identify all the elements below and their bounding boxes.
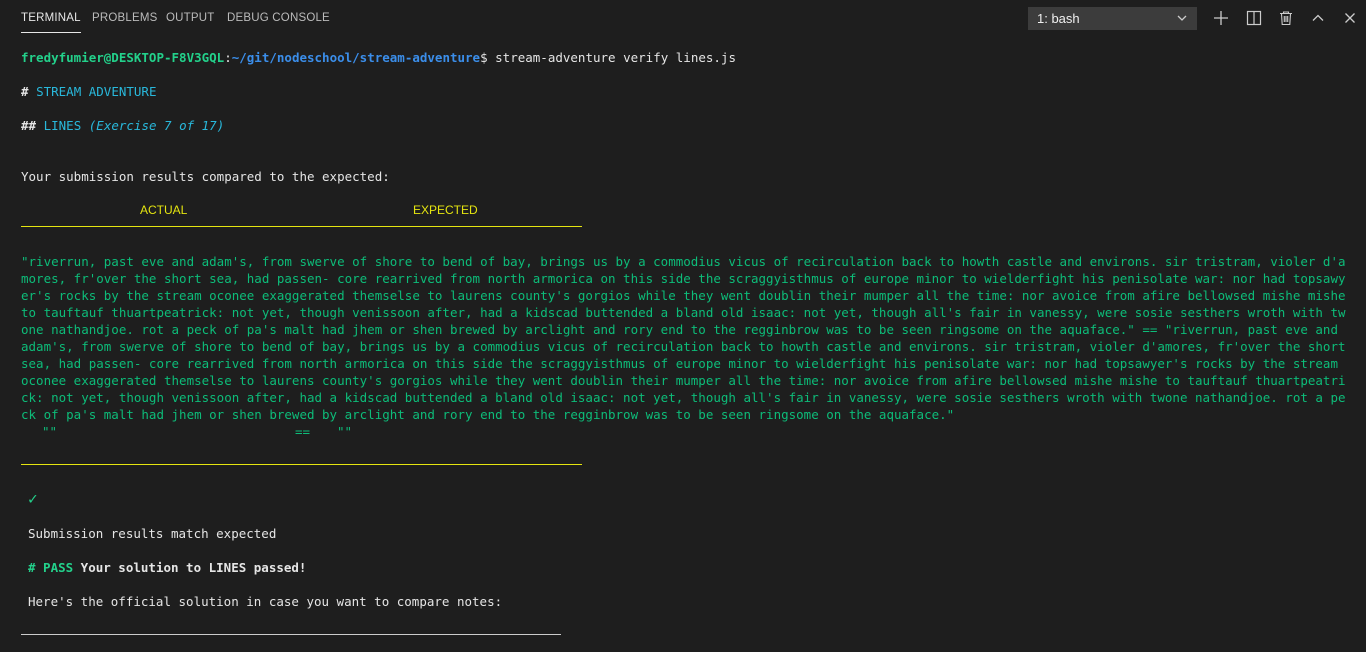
pass-label: # PASS: [28, 560, 74, 575]
prompt-colon: :: [224, 50, 232, 65]
output-text: "riverrun, past eve and adam's, from swe…: [21, 254, 1346, 422]
heading-2-exercise: (Exercise 7 of 17): [88, 118, 225, 133]
tab-problems[interactable]: PROBLEMS: [92, 12, 158, 24]
heading-2: ## LINES (Exercise 7 of 17): [21, 117, 224, 134]
prompt-path: ~/git/nodeschool/stream-adventure: [231, 50, 481, 65]
heading-2-title: LINES: [43, 118, 82, 133]
tab-terminal[interactable]: TERMINAL: [21, 12, 81, 33]
pass-line: # PASS Your solution to LINES passed!: [28, 559, 306, 576]
plus-icon[interactable]: [1212, 9, 1230, 27]
column-expected: EXPECTED: [413, 203, 478, 217]
match-text: Submission results match expected: [28, 526, 277, 541]
compare-text: Your submission results compared to the …: [21, 169, 390, 184]
heading-2-hash: ##: [21, 118, 37, 133]
close-icon[interactable]: [1341, 9, 1359, 27]
prompt-user-host: fredyfumier@DESKTOP-F8V3GQL: [21, 50, 225, 65]
tab-output[interactable]: OUTPUT: [166, 12, 214, 24]
heading-1-hash: #: [21, 84, 29, 99]
split-icon[interactable]: [1245, 9, 1263, 27]
solution-text: Here's the official solution in case you…: [28, 594, 503, 609]
column-actual: ACTUAL: [140, 203, 188, 217]
tab-debug-console[interactable]: DEBUG CONSOLE: [227, 12, 330, 24]
solution-divider: [21, 634, 561, 635]
chevron-down-icon: [1176, 8, 1188, 29]
prompt-dollar: $: [480, 50, 488, 65]
prompt-line: fredyfumier@DESKTOP-F8V3GQL:~/git/nodesc…: [21, 49, 736, 66]
prompt-command: stream-adventure verify lines.js: [487, 50, 736, 65]
terminal-select-value: 1: bash: [1037, 11, 1080, 26]
terminal-select[interactable]: 1: bash: [1028, 7, 1197, 30]
divider-top: [21, 226, 582, 227]
chevron-up-icon[interactable]: [1309, 9, 1327, 27]
trash-icon[interactable]: [1277, 9, 1295, 27]
heading-1-text: STREAM ADVENTURE: [36, 84, 157, 99]
panel-header: TERMINAL PROBLEMS OUTPUT DEBUG CONSOLE 1…: [0, 0, 1366, 38]
check-icon: ✓: [28, 489, 38, 508]
empty-right: "": [337, 424, 353, 439]
empty-eq: ==: [295, 424, 311, 439]
divider-bottom: [21, 464, 582, 465]
empty-left: "": [42, 424, 58, 439]
heading-1: # STREAM ADVENTURE: [21, 83, 156, 100]
pass-text: Your solution to LINES passed!: [73, 560, 307, 575]
